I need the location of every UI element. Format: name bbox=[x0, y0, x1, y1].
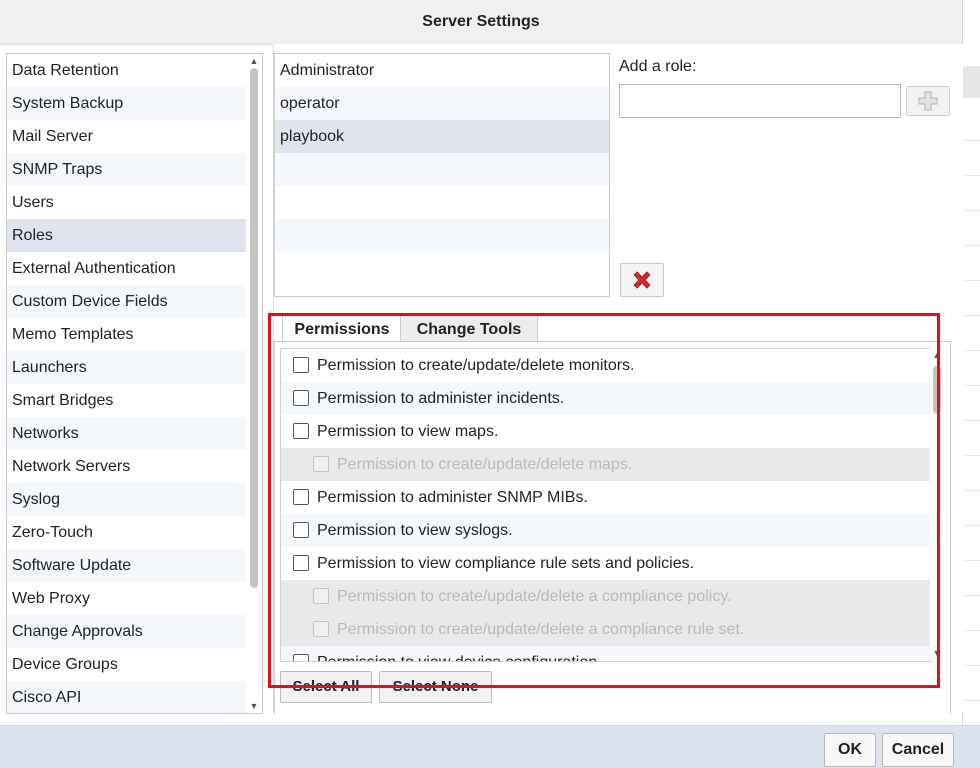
permission-label: Permission to create/update/delete a com… bbox=[337, 588, 732, 605]
background-window-edge bbox=[962, 0, 980, 725]
nav-item-smart-bridges[interactable]: Smart Bridges bbox=[7, 384, 246, 417]
permission-checkbox[interactable] bbox=[293, 522, 309, 538]
nav-item-users[interactable]: Users bbox=[7, 186, 246, 219]
permission-label: Permission to view maps. bbox=[317, 423, 499, 440]
permission-checkbox bbox=[313, 456, 329, 472]
nav-item-launchers[interactable]: Launchers bbox=[7, 351, 246, 384]
nav-item-cisco-api[interactable]: Cisco API bbox=[7, 681, 246, 713]
permissions-scroll-thumb[interactable] bbox=[933, 366, 941, 414]
permission-row: Permission to create/update/delete maps. bbox=[281, 448, 931, 481]
nav-item-web-proxy[interactable]: Web Proxy bbox=[7, 582, 246, 615]
delete-role-button[interactable] bbox=[620, 263, 664, 297]
permission-checkbox bbox=[313, 621, 329, 637]
role-item-playbook[interactable]: playbook bbox=[275, 120, 609, 153]
permission-row: Permission to create/update/delete a com… bbox=[281, 613, 931, 646]
scroll-up-icon[interactable]: ▲ bbox=[932, 350, 942, 360]
nav-item-memo-templates[interactable]: Memo Templates bbox=[7, 318, 246, 351]
permission-label: Permission to view syslogs. bbox=[317, 522, 513, 539]
add-role-input[interactable] bbox=[619, 84, 901, 118]
nav-scrollbar[interactable]: ▲ ▼ bbox=[247, 54, 261, 713]
role-item-operator[interactable]: operator bbox=[275, 87, 609, 120]
nav-item-roles[interactable]: Roles bbox=[7, 219, 246, 252]
permission-row: Permission to create/update/delete monit… bbox=[281, 349, 931, 382]
plus-icon bbox=[918, 91, 938, 111]
permissions-scrollbar[interactable]: ▲ ▼ bbox=[930, 348, 944, 660]
nav-item-device-groups[interactable]: Device Groups bbox=[7, 648, 246, 681]
permission-row: Permission to view compliance rule sets … bbox=[281, 547, 931, 580]
settings-nav-list: Data Retention System Backup Mail Server SN… bbox=[7, 54, 246, 713]
permission-checkbox[interactable] bbox=[293, 555, 309, 571]
nav-item-syslog[interactable]: Syslog bbox=[7, 483, 246, 516]
ok-button[interactable]: OK bbox=[824, 733, 876, 767]
nav-item-external-authentication[interactable]: External Authentication bbox=[7, 252, 246, 285]
permission-checkbox bbox=[313, 588, 329, 604]
nav-item-network-servers[interactable]: Network Servers bbox=[7, 450, 246, 483]
add-role-button[interactable] bbox=[906, 86, 950, 116]
scroll-up-icon[interactable]: ▲ bbox=[249, 56, 259, 66]
nav-item-networks[interactable]: Networks bbox=[7, 417, 246, 450]
dialog-title: Server Settings bbox=[0, 0, 962, 45]
nav-item-data-retention[interactable]: Data Retention bbox=[7, 54, 246, 87]
permission-row: Permission to view device configuration. bbox=[281, 646, 931, 661]
role-empty-row bbox=[275, 219, 609, 252]
permission-label: Permission to create/update/delete a com… bbox=[337, 621, 745, 638]
permission-checkbox[interactable] bbox=[293, 489, 309, 505]
permission-row: Permission to administer SNMP MIBs. bbox=[281, 481, 931, 514]
role-item-administrator[interactable]: Administrator bbox=[275, 54, 609, 87]
permission-checkbox[interactable] bbox=[293, 390, 309, 406]
permissions-list: Permission to create/update/delete monit… bbox=[280, 348, 932, 662]
scroll-down-icon[interactable]: ▼ bbox=[932, 648, 942, 658]
roles-list: Administrator operator playbook bbox=[274, 53, 610, 297]
permission-row: Permission to administer incidents. bbox=[281, 382, 931, 415]
nav-scroll-thumb[interactable] bbox=[250, 68, 258, 588]
add-role-label: Add a role: bbox=[619, 58, 697, 75]
permission-label: Permission to administer SNMP MIBs. bbox=[317, 489, 588, 506]
permission-label: Permission to create/update/delete maps. bbox=[337, 456, 633, 473]
permission-checkbox[interactable] bbox=[293, 423, 309, 439]
red-x-icon bbox=[633, 271, 651, 289]
role-empty-row bbox=[275, 153, 609, 186]
role-empty-row bbox=[275, 252, 609, 285]
tab-permissions[interactable]: Permissions bbox=[282, 315, 402, 343]
tab-change-tools[interactable]: Change Tools bbox=[400, 315, 538, 343]
permission-label: Permission to view device configuration. bbox=[317, 646, 602, 661]
scroll-down-icon[interactable]: ▼ bbox=[249, 701, 259, 711]
nav-item-snmp-traps[interactable]: SNMP Traps bbox=[7, 153, 246, 186]
permission-checkbox[interactable] bbox=[293, 654, 309, 661]
permission-label: Permission to create/update/delete monit… bbox=[317, 357, 635, 374]
permission-label: Permission to view compliance rule sets … bbox=[317, 555, 695, 572]
nav-item-zero-touch[interactable]: Zero-Touch bbox=[7, 516, 246, 549]
settings-nav: Data Retention System Backup Mail Server SN… bbox=[6, 53, 263, 714]
permission-row: Permission to create/update/delete a com… bbox=[281, 580, 931, 613]
select-none-button[interactable]: Select None bbox=[379, 671, 492, 703]
nav-item-custom-device-fields[interactable]: Custom Device Fields bbox=[7, 285, 246, 318]
role-empty-row bbox=[275, 186, 609, 219]
permission-label: Permission to administer incidents. bbox=[317, 390, 565, 407]
nav-item-change-approvals[interactable]: Change Approvals bbox=[7, 615, 246, 648]
permission-checkbox[interactable] bbox=[293, 357, 309, 373]
nav-item-mail-server[interactable]: Mail Server bbox=[7, 120, 246, 153]
select-all-button[interactable]: Select All bbox=[280, 671, 372, 703]
nav-item-system-backup[interactable]: System Backup bbox=[7, 87, 246, 120]
nav-item-software-update[interactable]: Software Update bbox=[7, 549, 246, 582]
permission-row: Permission to view syslogs. bbox=[281, 514, 931, 547]
cancel-button[interactable]: Cancel bbox=[882, 733, 954, 767]
permission-row: Permission to view maps. bbox=[281, 415, 931, 448]
